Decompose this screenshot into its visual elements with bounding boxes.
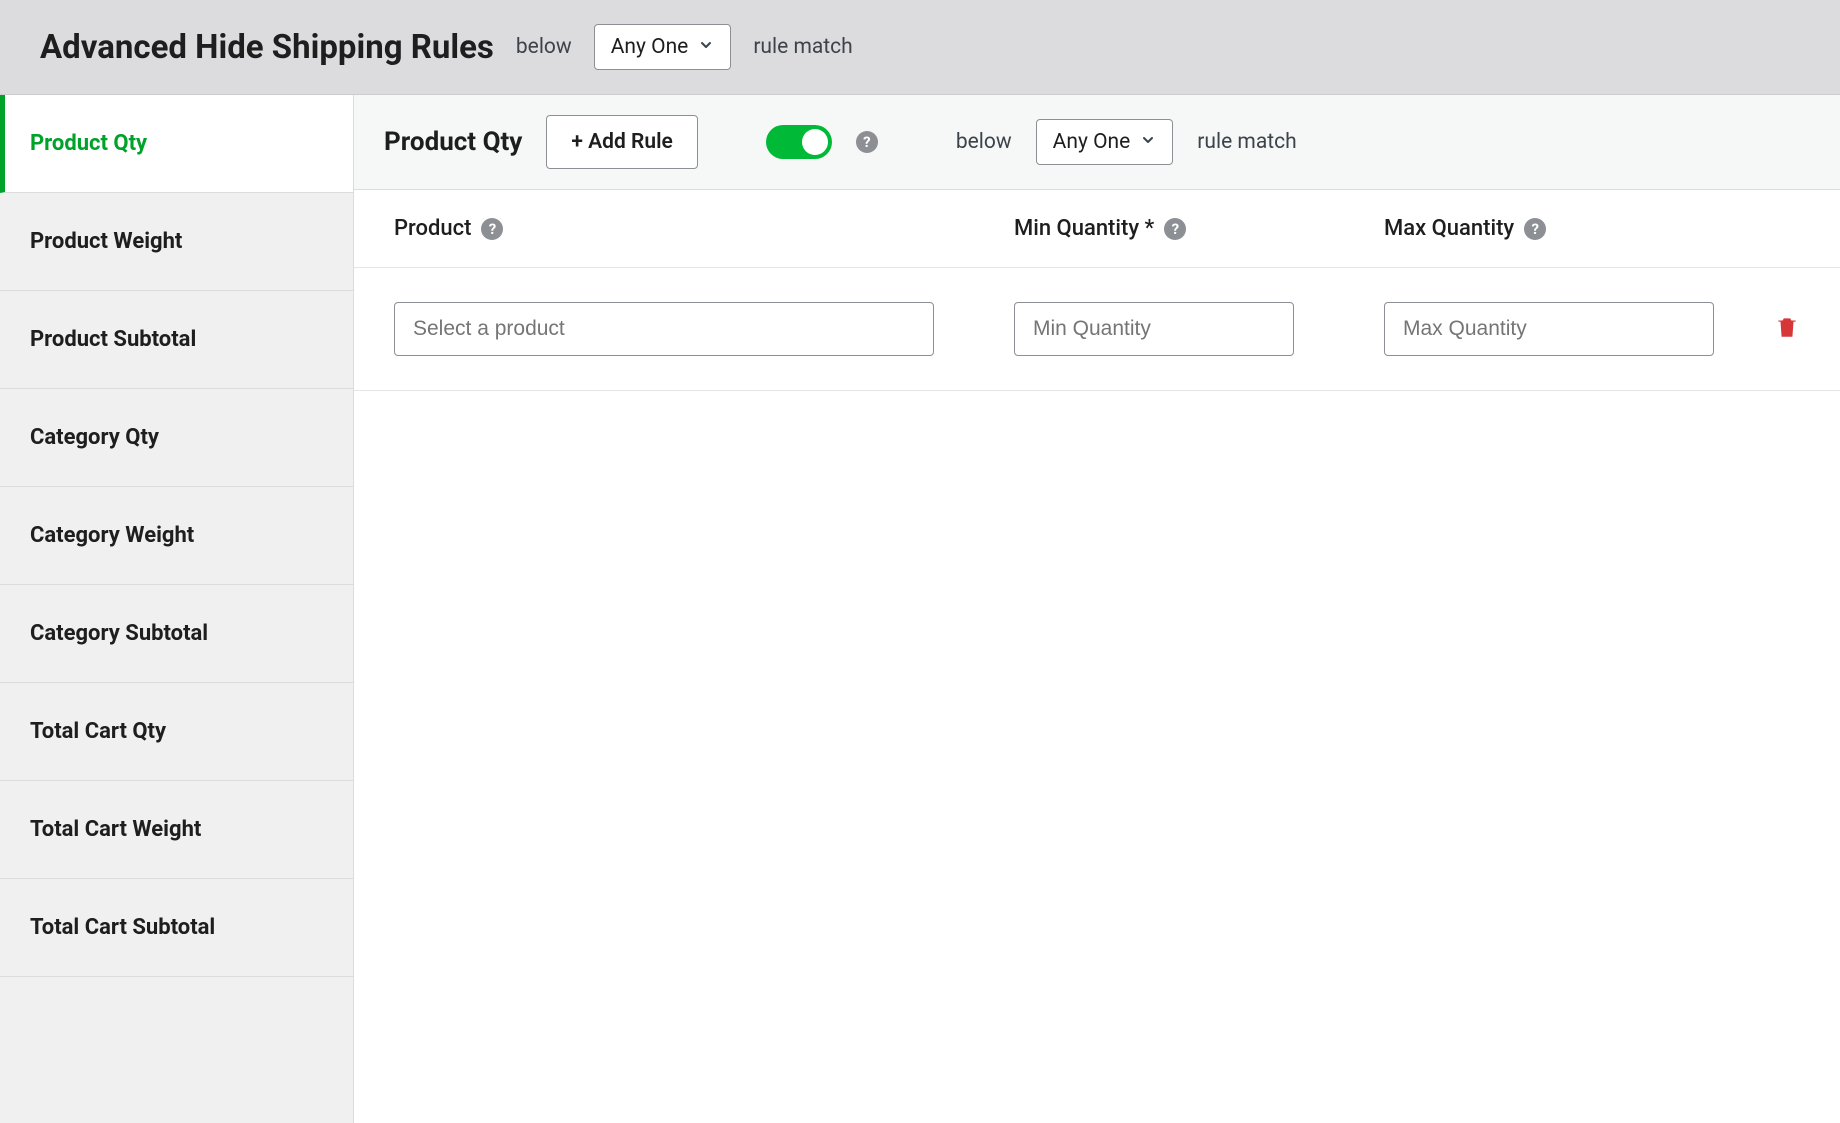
sidebar-item-label: Total Cart Subtotal: [30, 915, 215, 940]
header-rulematch-label: rule match: [753, 35, 852, 59]
sidebar-item-label: Category Subtotal: [30, 621, 208, 646]
column-max-label: Max Quantity: [1384, 216, 1514, 241]
help-icon[interactable]: ?: [1164, 218, 1186, 240]
min-quantity-input[interactable]: [1014, 302, 1294, 356]
sidebar-item-label: Product Qty: [30, 131, 147, 156]
header-match-select-label: Any One: [611, 35, 689, 59]
main-title: Product Qty: [384, 127, 522, 157]
help-icon[interactable]: ?: [1524, 218, 1546, 240]
max-quantity-input[interactable]: [1384, 302, 1714, 356]
add-rule-button[interactable]: + Add Rule: [546, 115, 697, 169]
help-icon[interactable]: ?: [481, 218, 503, 240]
header-match-select[interactable]: Any One: [594, 24, 732, 70]
sidebar-item-label: Total Cart Weight: [30, 817, 201, 842]
sidebar-item-category-weight[interactable]: Category Weight: [0, 487, 353, 585]
sidebar-item-label: Category Qty: [30, 425, 159, 450]
columns-header: Product ? Min Quantity * ? Max Quantity …: [354, 190, 1840, 268]
header-below-label: below: [516, 35, 572, 59]
sidebar-item-label: Product Subtotal: [30, 327, 196, 352]
help-icon[interactable]: ?: [856, 131, 878, 153]
sidebar-item-product-weight[interactable]: Product Weight: [0, 193, 353, 291]
main-below-label: below: [956, 130, 1012, 154]
sidebar-item-total-cart-subtotal[interactable]: Total Cart Subtotal: [0, 879, 353, 977]
column-min-label: Min Quantity *: [1014, 216, 1154, 241]
main-panel: Product Qty + Add Rule ? below Any One r…: [354, 95, 1840, 1123]
sidebar-item-label: Category Weight: [30, 523, 194, 548]
sidebar-item-product-qty[interactable]: Product Qty: [0, 95, 353, 193]
main-rulematch-label: rule match: [1197, 130, 1296, 154]
main-match-select-label: Any One: [1053, 130, 1131, 154]
column-product-label: Product: [394, 216, 471, 241]
rule-row: [354, 268, 1840, 391]
sidebar-item-total-cart-qty[interactable]: Total Cart Qty: [0, 683, 353, 781]
sidebar-item-label: Product Weight: [30, 229, 182, 254]
sidebar-item-total-cart-weight[interactable]: Total Cart Weight: [0, 781, 353, 879]
main-header: Product Qty + Add Rule ? below Any One r…: [354, 95, 1840, 190]
sidebar-item-category-qty[interactable]: Category Qty: [0, 389, 353, 487]
trash-icon[interactable]: [1774, 321, 1800, 345]
chevron-down-icon: [698, 37, 714, 58]
main-match-select[interactable]: Any One: [1036, 119, 1174, 165]
sidebar-item-label: Total Cart Qty: [30, 719, 166, 744]
sidebar-item-product-subtotal[interactable]: Product Subtotal: [0, 291, 353, 389]
toggle-knob: [802, 129, 828, 155]
sidebar: Product Qty Product Weight Product Subto…: [0, 95, 354, 1123]
page-header: Advanced Hide Shipping Rules below Any O…: [0, 0, 1840, 95]
sidebar-item-category-subtotal[interactable]: Category Subtotal: [0, 585, 353, 683]
enable-toggle[interactable]: [766, 125, 832, 159]
page-title: Advanced Hide Shipping Rules: [40, 28, 494, 67]
product-select-input[interactable]: [394, 302, 934, 356]
chevron-down-icon: [1140, 132, 1156, 153]
